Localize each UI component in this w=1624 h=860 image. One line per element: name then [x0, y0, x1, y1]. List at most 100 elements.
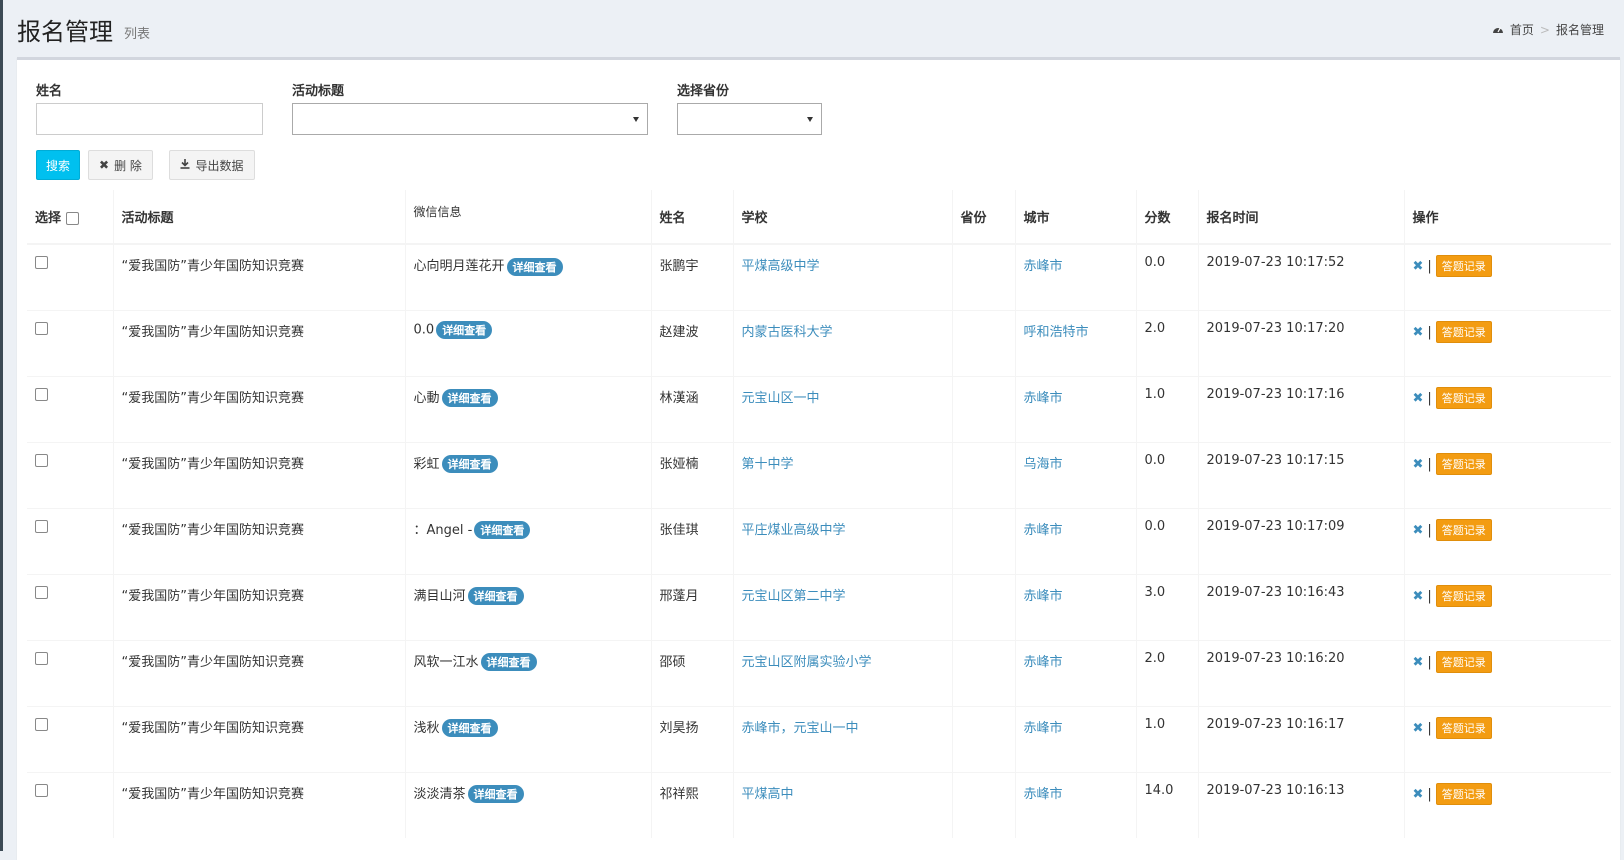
row-select-cell	[27, 441, 114, 508]
delete-icon[interactable]: ✖	[1413, 655, 1424, 670]
name-filter-input[interactable]	[36, 103, 263, 135]
row-checkbox[interactable]	[35, 519, 48, 533]
page-title: 报名管理	[17, 18, 113, 46]
row-checkbox[interactable]	[35, 783, 48, 797]
export-button[interactable]: 导出数据	[169, 150, 255, 180]
wechat-nickname: ：Angel -	[413, 522, 473, 538]
name-cell: 邢蓬月	[651, 573, 734, 640]
delete-icon[interactable]: ✖	[1413, 259, 1424, 274]
activity-cell: “爱我国防”青少年国防知识竞赛	[113, 309, 406, 376]
row-select-cell	[27, 243, 114, 310]
activity-cell: “爱我国防”青少年国防知识竞赛	[113, 375, 406, 442]
detail-view-button[interactable]: 详细查看	[467, 785, 524, 803]
table-row: “爱我国防”青少年国防知识竞赛 心向明月莲花开 详细查看 张鹏宇 平煤高级中学 赤峰市 0.…	[27, 243, 1611, 310]
city-link[interactable]: 赤峰市	[1024, 655, 1063, 670]
school-link[interactable]: 元宝山区附属实验小学	[742, 655, 872, 670]
detail-view-button[interactable]: 详细查看	[480, 653, 537, 671]
table-header-row: 选择 活动标题 微信信息 姓名 学校 省份 城市 分数 报名时间 操作	[27, 190, 1611, 245]
delete-icon[interactable]: ✖	[1413, 523, 1424, 538]
school-link[interactable]: 第十中学	[742, 457, 794, 472]
province-cell	[952, 771, 1016, 838]
city-link[interactable]: 赤峰市	[1024, 523, 1063, 538]
answer-record-button[interactable]: 答题记录	[1435, 255, 1492, 277]
school-link[interactable]: 平煤高中	[742, 787, 794, 802]
registrations-table: 选择 活动标题 微信信息 姓名 学校 省份 城市 分数 报名时间 操作 “爱我国…	[27, 190, 1611, 838]
detail-view-button[interactable]: 详细查看	[436, 320, 493, 339]
row-checkbox[interactable]	[35, 321, 48, 335]
city-link[interactable]: 赤峰市	[1024, 391, 1063, 406]
school-link[interactable]: 平庄煤业高级中学	[742, 523, 846, 538]
city-link[interactable]: 赤峰市	[1024, 787, 1063, 802]
detail-view-button[interactable]: 详细查看	[441, 455, 498, 473]
op-separator: |	[1427, 786, 1432, 802]
city-link[interactable]: 赤峰市	[1024, 259, 1063, 274]
wechat-cell: 心動 详细查看	[405, 375, 652, 442]
school-link[interactable]: 元宝山区第二中学	[742, 589, 846, 604]
detail-view-button[interactable]: 详细查看	[506, 257, 563, 276]
city-link[interactable]: 赤峰市	[1024, 589, 1063, 604]
delete-icon[interactable]: ✖	[1413, 787, 1424, 802]
province-cell	[952, 507, 1016, 574]
city-link[interactable]: 赤峰市	[1024, 721, 1063, 736]
answer-record-button[interactable]: 答题记录	[1435, 386, 1492, 409]
province-filter-select[interactable]	[677, 103, 822, 135]
detail-view-button[interactable]: 详细查看	[474, 521, 531, 539]
delete-icon[interactable]: ✖	[1413, 391, 1424, 406]
school-link[interactable]: 内蒙古医科大学	[742, 325, 833, 340]
score-cell: 0.0	[1136, 441, 1199, 508]
delete-button-label: 删 除	[114, 158, 142, 173]
breadcrumb-current: 报名管理	[1555, 23, 1604, 37]
table-row: “爱我国防”青少年国防知识竞赛 彩虹 详细查看 张娅楠 第十中学 乌海市 0.0 2019-0…	[27, 441, 1611, 508]
answer-record-button[interactable]: 答题记录	[1435, 650, 1492, 673]
delete-icon[interactable]: ✖	[1413, 721, 1424, 736]
activity-filter-select[interactable]	[292, 103, 648, 135]
select-all-checkbox[interactable]	[65, 212, 79, 225]
province-cell	[952, 639, 1016, 706]
row-checkbox[interactable]	[35, 651, 48, 665]
detail-view-button[interactable]: 详细查看	[467, 587, 524, 605]
score-cell: 0.0	[1136, 507, 1199, 574]
school-link[interactable]: 平煤高级中学	[742, 259, 820, 274]
answer-record-button[interactable]: 答题记录	[1435, 782, 1492, 805]
answer-record-button[interactable]: 答题记录	[1435, 518, 1492, 541]
activity-filter-label: 活动标题	[292, 84, 345, 99]
school-link[interactable]: 赤峰市，元宝山一中	[742, 721, 859, 736]
delete-icon[interactable]: ✖	[1413, 589, 1424, 604]
detail-view-button[interactable]: 详细查看	[441, 389, 498, 407]
search-button[interactable]: 搜索	[36, 150, 80, 180]
ops-cell: ✖ | 答题记录	[1404, 639, 1611, 706]
school-cell: 元宝山区附属实验小学	[733, 639, 953, 706]
activity-cell: “爱我国防”青少年国防知识竞赛	[113, 573, 406, 640]
answer-record-button[interactable]: 答题记录	[1435, 716, 1492, 739]
row-checkbox[interactable]	[35, 717, 48, 731]
row-checkbox[interactable]	[35, 585, 48, 599]
city-cell: 赤峰市	[1015, 705, 1137, 772]
breadcrumb-home-link[interactable]: 首页	[1510, 21, 1534, 38]
school-cell: 第十中学	[733, 441, 953, 508]
breadcrumb: 首页 > 报名管理	[1492, 21, 1604, 38]
row-checkbox[interactable]	[35, 453, 48, 467]
city-link[interactable]: 乌海市	[1024, 457, 1063, 472]
delete-icon[interactable]: ✖	[1413, 457, 1424, 472]
school-link[interactable]: 元宝山区一中	[742, 391, 820, 406]
answer-record-button[interactable]: 答题记录	[1435, 320, 1492, 343]
city-link[interactable]: 呼和浩特市	[1024, 325, 1089, 340]
row-checkbox[interactable]	[35, 387, 48, 401]
header-ops: 操作	[1404, 190, 1611, 245]
wechat-nickname: 风软一江水	[413, 654, 479, 670]
table-row: “爱我国防”青少年国防知识竞赛 淡淡清茶 详细查看 祁祥熙 平煤高中 赤峰市 14.0 201…	[27, 771, 1611, 838]
delete-icon[interactable]: ✖	[1413, 325, 1424, 340]
detail-view-button[interactable]: 详细查看	[441, 719, 498, 737]
score-cell: 2.0	[1136, 639, 1199, 706]
row-checkbox[interactable]	[35, 256, 48, 269]
name-cell: 赵建波	[651, 309, 734, 376]
city-cell: 赤峰市	[1015, 375, 1137, 442]
row-select-cell	[27, 705, 114, 772]
activity-cell: “爱我国防”青少年国防知识竞赛	[113, 639, 406, 706]
wechat-cell: 淡淡清茶 详细查看	[405, 771, 652, 838]
province-cell	[952, 573, 1016, 640]
answer-record-button[interactable]: 答题记录	[1435, 584, 1492, 607]
answer-record-button[interactable]: 答题记录	[1435, 452, 1492, 475]
op-separator: |	[1427, 390, 1432, 406]
delete-button[interactable]: ✖ 删 除	[88, 150, 153, 180]
